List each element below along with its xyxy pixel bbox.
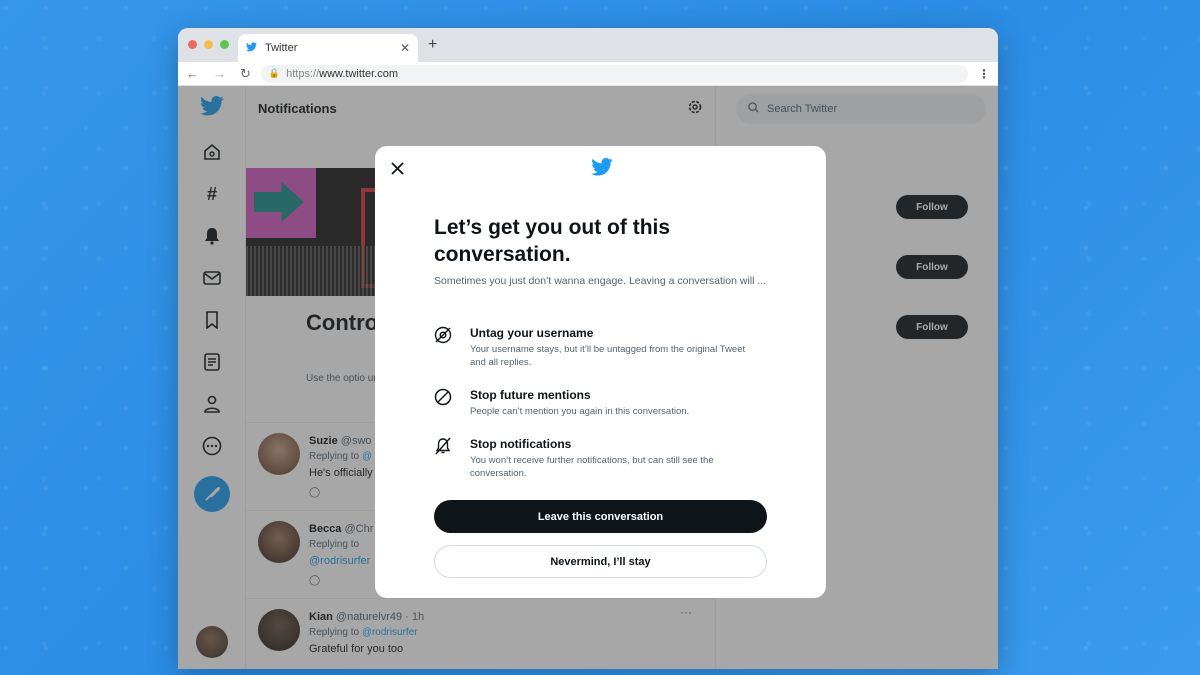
leave-conversation-button[interactable]: Leave this conversation bbox=[434, 500, 767, 533]
option-description: You won’t receive further notifications,… bbox=[470, 455, 714, 480]
nav-buttons: ← → ↻ bbox=[186, 66, 251, 82]
option-description: Your username stays, but it’ll be untagg… bbox=[470, 344, 746, 369]
url-protocol: https:// bbox=[286, 67, 320, 80]
url-host: www.twitter.com bbox=[319, 67, 399, 80]
twitter-bird-icon bbox=[246, 41, 257, 55]
back-arrow-icon[interactable]: ← bbox=[186, 66, 199, 82]
close-window-button[interactable] bbox=[188, 40, 197, 49]
option-title: Stop future mentions bbox=[470, 388, 591, 402]
twitter-bird-icon bbox=[591, 158, 613, 181]
block-circle-icon bbox=[434, 388, 452, 406]
url-field[interactable]: 🔒 https:// www.twitter.com bbox=[260, 64, 968, 83]
option-title: Stop notifications bbox=[470, 437, 572, 451]
reload-icon[interactable]: ↻ bbox=[240, 66, 251, 82]
dialog-subtitle: Sometimes you just don’t wanna engage. L… bbox=[434, 275, 767, 287]
tab-title: Twitter bbox=[265, 42, 298, 54]
bell-off-icon bbox=[434, 437, 452, 455]
close-icon[interactable] bbox=[387, 158, 407, 178]
window-controls bbox=[188, 40, 229, 49]
tab-bar: Twitter ✕ + bbox=[178, 28, 998, 62]
leave-conversation-dialog: Let’s get you out of this conversation. … bbox=[375, 146, 826, 598]
option-untag: Untag your username Your username stays,… bbox=[434, 326, 774, 370]
browser-tab[interactable]: Twitter ✕ bbox=[238, 34, 418, 62]
option-stop-notifications: Stop notifications You won’t receive fur… bbox=[434, 437, 774, 481]
dialog-title: Let’s get you out of this conversation. bbox=[434, 216, 671, 267]
lock-icon: 🔒 bbox=[268, 68, 281, 78]
untag-at-icon bbox=[434, 326, 452, 344]
address-bar: ← → ↻ 🔒 https:// www.twitter.com ⋮ bbox=[178, 62, 998, 86]
stay-button[interactable]: Nevermind, I’ll stay bbox=[434, 545, 767, 578]
maximize-window-button[interactable] bbox=[220, 40, 229, 49]
option-stop-mentions: Stop future mentions People can’t mentio… bbox=[434, 388, 774, 418]
browser-menu-icon[interactable]: ⋮ bbox=[978, 67, 990, 81]
forward-arrow-icon[interactable]: → bbox=[213, 66, 226, 82]
option-description: People can’t mention you again in this c… bbox=[470, 406, 690, 417]
new-tab-icon[interactable]: + bbox=[428, 36, 437, 54]
close-tab-icon[interactable]: ✕ bbox=[400, 41, 410, 55]
minimize-window-button[interactable] bbox=[204, 40, 213, 49]
option-title: Untag your username bbox=[470, 326, 594, 340]
